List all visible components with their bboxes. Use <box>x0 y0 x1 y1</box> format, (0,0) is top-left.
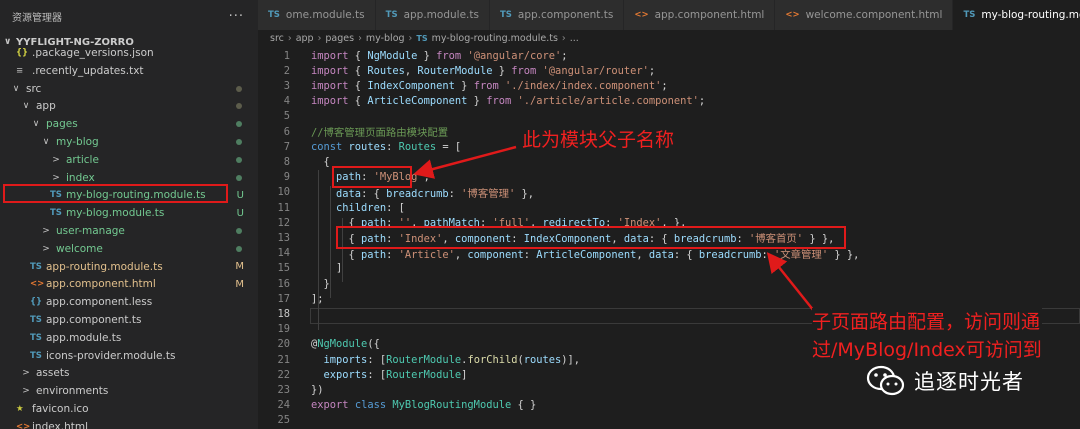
wechat-icon <box>866 365 905 396</box>
annotation-child-label: 子页面路由配置，访问则通 过/MyBlog/Index可访问到 <box>812 308 1042 364</box>
watermark-text: 追逐时光者 <box>914 370 1024 394</box>
arrow-to-child-route <box>766 252 819 317</box>
arrow-to-parent-path <box>413 145 517 179</box>
annotation-parent-label: 此为模块父子名称 <box>520 125 677 152</box>
watermark: 追逐时光者 <box>866 364 1024 398</box>
annotation-child-line1: 子页面路由配置，访问则通 <box>812 311 1041 333</box>
annotation-child-line2: 过/MyBlog/Index可访问到 <box>812 339 1042 361</box>
